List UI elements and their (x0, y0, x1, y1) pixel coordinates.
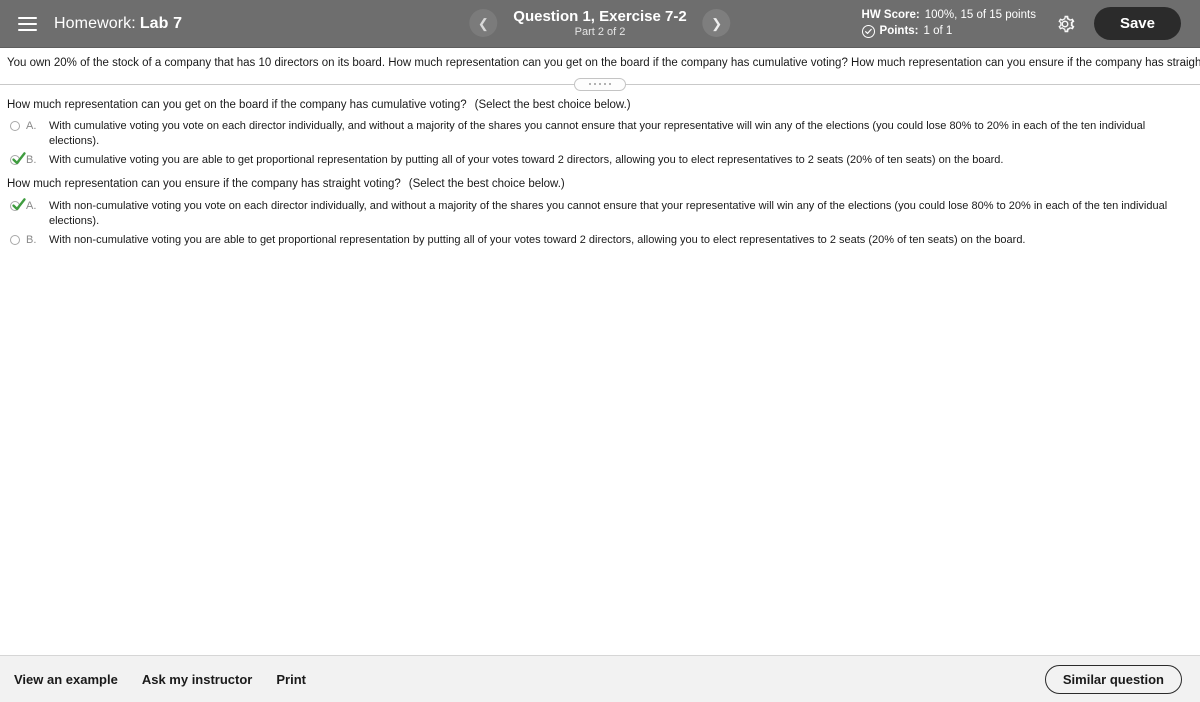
header-right-group: HW Score: 100%, 15 of 15 points Points: … (861, 7, 1200, 40)
question-navigator: ❮ Question 1, Exercise 7-2 Part 2 of 2 ❯ (469, 8, 731, 39)
page-title: Homework: Lab 7 (54, 15, 182, 33)
question-info: Question 1, Exercise 7-2 Part 2 of 2 (513, 8, 686, 39)
check-circle-icon (861, 24, 875, 38)
choice-1b[interactable]: B. With cumulative voting you are able t… (7, 151, 1194, 170)
subquestion-hint-1: (Select the best choice below.) (474, 98, 631, 111)
footer-bar: View an example Ask my instructor Print … (0, 655, 1200, 702)
radio-1b[interactable] (7, 152, 26, 166)
resize-divider (0, 77, 1200, 91)
radio-1a[interactable] (7, 119, 23, 132)
assignment-name: Lab 7 (139, 14, 183, 32)
question-part: Part 2 of 2 (574, 26, 626, 39)
radio-2a[interactable] (7, 198, 26, 212)
drag-handle-dots-icon[interactable] (574, 77, 626, 91)
save-button[interactable]: Save (1093, 7, 1181, 40)
subquestion-prompt-1: How much representation can you get on t… (7, 98, 1194, 113)
previous-question-button[interactable]: ❮ (469, 9, 498, 38)
subquestion-text-2: How much representation can you ensure i… (7, 178, 401, 191)
subquestion-prompt-2: How much representation can you ensure i… (7, 177, 1194, 192)
choice-text-2a: With non-cumulative voting you vote on e… (49, 200, 1168, 227)
gear-icon[interactable] (1054, 13, 1076, 35)
hamburger-menu-icon[interactable] (14, 11, 40, 37)
hw-score-label: HW Score: (861, 8, 920, 21)
choice-letter-1b: B. (26, 154, 37, 167)
view-an-example-link[interactable]: View an example (14, 672, 118, 687)
app-header: Homework: Lab 7 ❮ Question 1, Exercise 7-… (0, 0, 1200, 48)
print-link[interactable]: Print (276, 672, 306, 687)
choice-2a[interactable]: A. With non-cumulative voting you vote o… (7, 197, 1194, 231)
footer-links: View an example Ask my instructor Print (14, 672, 306, 687)
choice-letter-2b: B. (26, 233, 37, 246)
choice-letter-1a: A. (26, 120, 37, 133)
hw-score-value: 100%, 15 of 15 points (924, 8, 1036, 21)
points-row: Points: 1 of 1 (861, 24, 1036, 40)
similar-question-button[interactable]: Similar question (1044, 664, 1182, 694)
choice-text-1a: With cumulative voting you vote on each … (49, 120, 1146, 147)
course-label: Homework: (54, 14, 136, 32)
choice-letter-2a: A. (26, 200, 37, 213)
question-stem: You own 20% of the stock of a company th… (7, 57, 1200, 69)
choice-text-2b: With non-cumulative voting you are able … (49, 233, 1026, 246)
points-label: Points: (879, 24, 919, 37)
subquestion-hint-2: (Select the best choice below.) (408, 178, 565, 191)
choice-1a[interactable]: A. With cumulative voting you vote on ea… (7, 117, 1194, 151)
answer-area: How much representation can you get on t… (0, 91, 1200, 655)
next-question-button[interactable]: ❯ (702, 9, 731, 38)
choice-2b[interactable]: B. With non-cumulative voting you are ab… (7, 231, 1194, 250)
question-title: Question 1, Exercise 7-2 (513, 8, 687, 26)
radio-2b[interactable] (7, 233, 23, 245)
points-value: 1 of 1 (923, 24, 953, 37)
header-left-group: Homework: Lab 7 (0, 11, 300, 37)
subquestion-text-1: How much representation can you get on t… (7, 98, 467, 111)
score-summary: HW Score: 100%, 15 of 15 points Points: … (861, 8, 1036, 40)
homework-question-page: Homework: Lab 7 ❮ Question 1, Exercise 7-… (0, 0, 1200, 702)
choice-text-1b: With cumulative voting you are able to g… (49, 154, 1004, 167)
ask-my-instructor-link[interactable]: Ask my instructor (142, 672, 253, 687)
hw-score-row: HW Score: 100%, 15 of 15 points (862, 8, 1036, 24)
